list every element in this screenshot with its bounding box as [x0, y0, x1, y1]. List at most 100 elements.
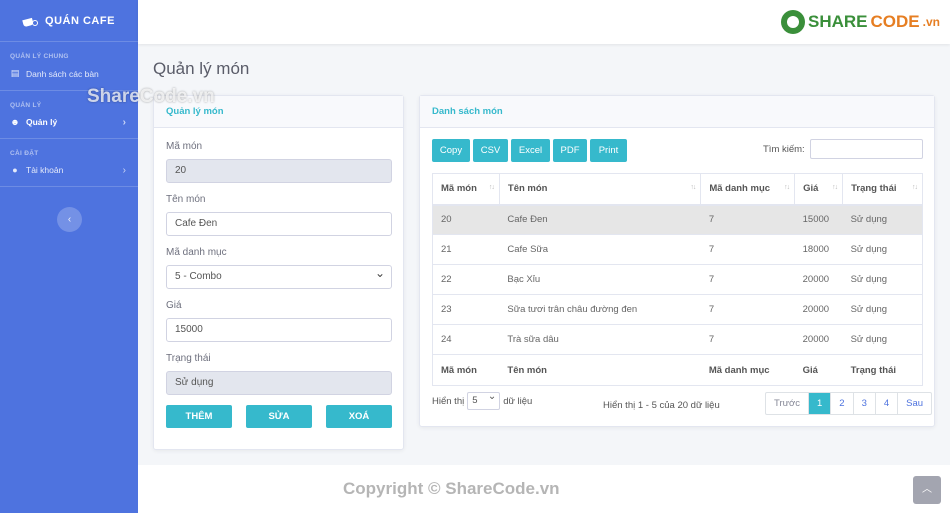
- sidebar-item-tables[interactable]: ▤ Danh sách các bàn: [0, 60, 138, 87]
- search-label: Tìm kiếm:: [763, 144, 805, 155]
- excel-button[interactable]: Excel: [511, 139, 550, 162]
- cell-id: 20: [432, 204, 500, 235]
- item-name-label: Tên món: [166, 194, 206, 205]
- table-icon: ▤: [10, 68, 20, 78]
- category-label: Mã danh mục: [166, 247, 227, 258]
- cell-status: Sử dụng: [842, 294, 923, 325]
- sort-asc-icon: ↑↓: [488, 184, 495, 191]
- status-label: Trạng thái: [166, 353, 211, 364]
- pager-page-1[interactable]: 1: [807, 393, 831, 414]
- chevron-right-icon: ›: [122, 164, 126, 176]
- cell-price: 20000: [794, 264, 843, 295]
- topbar: SHARE CODE .vn: [138, 0, 950, 44]
- pagination: Trước 1 2 3 4 Sau: [765, 392, 933, 415]
- sidebar: QUÁN CAFE QUẢN LÝ CHUNG ▤ Danh sách các …: [0, 0, 138, 513]
- footer-column-status: Trạng thái: [842, 354, 923, 386]
- cell-name: Cafe Đen: [499, 204, 701, 235]
- sharecode-logo: SHARE CODE .vn: [781, 10, 940, 34]
- add-button[interactable]: THÊM: [166, 405, 232, 428]
- chevron-right-icon: ›: [122, 116, 126, 128]
- cell-id: 21: [432, 234, 500, 265]
- pager-page-4[interactable]: 4: [874, 393, 897, 414]
- footer-column-price: Giá: [794, 354, 843, 386]
- cell-name: Trà sữa dâu: [499, 324, 701, 355]
- cell-id: 24: [432, 324, 500, 355]
- csv-button[interactable]: CSV: [473, 139, 508, 162]
- pager-next[interactable]: Sau: [897, 393, 931, 414]
- sort-icon: ↑↓: [784, 184, 790, 191]
- search-input[interactable]: [810, 139, 923, 159]
- cell-price: 15000: [794, 204, 843, 235]
- sidebar-item-label: Quản lý: [26, 117, 58, 127]
- price-input[interactable]: 15000: [166, 318, 392, 342]
- gear-logo-icon: [781, 10, 806, 34]
- divider: [0, 186, 138, 187]
- table-row[interactable]: 24 Trà sữa dâu 7 20000 Sử dụng: [432, 324, 923, 355]
- sidebar-item-label: Tài khoản: [26, 165, 64, 175]
- cell-name: Bạc Xỉu: [499, 264, 701, 295]
- print-button[interactable]: Print: [590, 139, 627, 162]
- sidebar-item-manage[interactable]: ☻ Quản lý ›: [0, 109, 138, 135]
- cell-price: 20000: [794, 324, 843, 355]
- page-title: Quản lý món: [153, 59, 250, 78]
- item-name-input[interactable]: Cafe Đen: [166, 212, 392, 236]
- sort-icon: ↑↓: [912, 184, 918, 191]
- table-row[interactable]: 23 Sữa tươi trân châu đường đen 7 20000 Sử d…: [432, 294, 923, 325]
- table-row[interactable]: 21 Cafe Sữa 7 18000 Sử dụng: [432, 234, 923, 265]
- column-header-price[interactable]: Giá ↑↓: [794, 173, 843, 206]
- footer-column-name: Tên món: [499, 354, 701, 386]
- column-header-name[interactable]: Tên món ↑↓: [498, 173, 701, 206]
- cell-name: Sữa tươi trân châu đường đen: [499, 294, 701, 325]
- sidebar-toggle-button[interactable]: ‹: [57, 207, 82, 232]
- coffee-cup-icon: [23, 15, 39, 27]
- item-id-label: Mã món: [166, 141, 203, 152]
- length-suffix: dữ liệu: [503, 395, 533, 407]
- sidebar-item-label: Danh sách các bàn: [26, 68, 99, 79]
- cell-name: Cafe Sữa: [499, 234, 701, 265]
- cell-category: 7: [700, 204, 795, 235]
- status-field: Sử dụng: [166, 371, 392, 395]
- cell-status: Sử dụng: [842, 234, 923, 265]
- section-heading-general: QUẢN LÝ CHUNG: [10, 53, 69, 60]
- item-form-card: Quản lý món Mã món 20 Tên món Cafe Đen M…: [153, 95, 404, 450]
- user-icon: ●: [12, 165, 18, 175]
- table-row[interactable]: 22 Bạc Xỉu 7 20000 Sử dụng: [432, 264, 923, 295]
- pager-page-3[interactable]: 3: [852, 393, 875, 414]
- footer: Copyright © ShareCode.vn: [138, 465, 950, 513]
- scroll-to-top-button[interactable]: ︿: [913, 476, 941, 504]
- brand[interactable]: QUÁN CAFE: [0, 0, 138, 42]
- page-length-select[interactable]: 5: [467, 389, 501, 410]
- list-card-header: Danh sách món: [420, 96, 934, 128]
- watermark: ShareCode.vn: [87, 86, 215, 107]
- logo-code-text: CODE: [870, 12, 920, 31]
- length-prefix: Hiển thị: [432, 395, 465, 407]
- footer-column-id: Mã món: [432, 354, 500, 386]
- column-header-id[interactable]: Mã món ↑↓: [432, 173, 500, 206]
- footer-column-category: Mã danh mục: [700, 354, 795, 386]
- delete-button[interactable]: XOÁ: [326, 405, 392, 428]
- table-row[interactable]: 20 Cafe Đen 7 15000 Sử dụng: [432, 204, 923, 235]
- users-icon: ☻: [10, 117, 20, 127]
- cell-status: Sử dụng: [842, 264, 923, 295]
- column-header-category[interactable]: Mã danh mục ↑↓: [700, 173, 795, 206]
- item-list-card: Danh sách món Copy CSV Excel PDF Print T…: [419, 95, 935, 427]
- copy-button[interactable]: Copy: [432, 139, 470, 162]
- items-table: Mã món ↑↓ Tên món ↑↓ Mã danh mục ↑↓ Giá ↑↓ T…: [432, 173, 923, 386]
- edit-button[interactable]: SỬA: [246, 405, 312, 428]
- category-select[interactable]: 5 - Combo: [166, 262, 392, 289]
- item-id-field: 20: [166, 159, 392, 183]
- copyright-text: Copyright © ShareCode.vn: [343, 479, 560, 498]
- column-header-status[interactable]: Trạng thái ↑↓: [842, 173, 923, 206]
- cell-id: 22: [432, 264, 500, 295]
- sidebar-item-account[interactable]: ● Tài khoản ›: [0, 157, 138, 183]
- logo-share-text: SHARE: [808, 12, 868, 31]
- cell-category: 7: [700, 324, 795, 355]
- sort-icon: ↑↓: [832, 184, 838, 191]
- pager-previous[interactable]: Trước: [766, 393, 808, 414]
- cell-category: 7: [700, 294, 795, 325]
- pdf-button[interactable]: PDF: [553, 139, 587, 162]
- cell-status: Sử dụng: [842, 204, 923, 235]
- pager-page-2[interactable]: 2: [830, 393, 852, 414]
- page-length: Hiển thị 5 dữ liệu: [432, 389, 533, 410]
- cell-id: 23: [432, 294, 500, 325]
